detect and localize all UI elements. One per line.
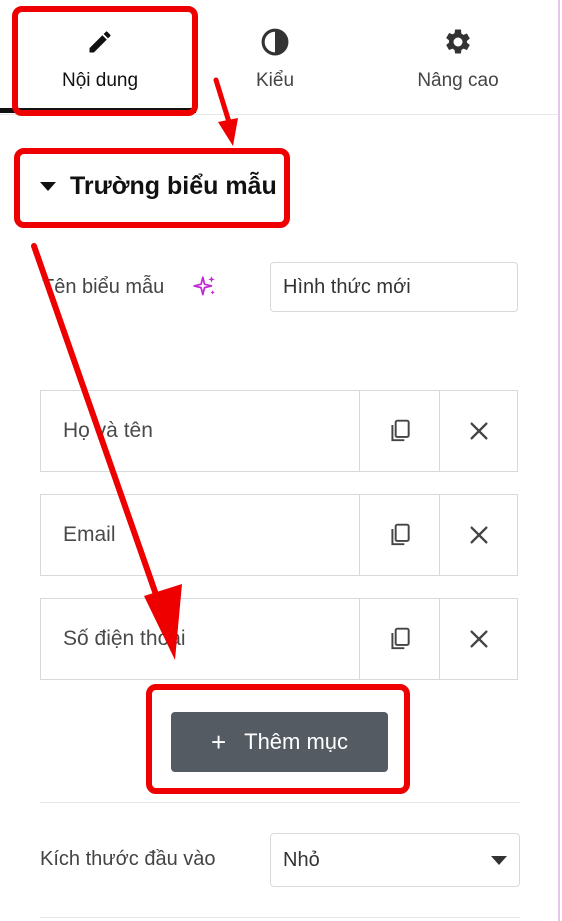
tab-style[interactable]: Kiểu <box>210 0 340 114</box>
tab-advanced-label: Nâng cao <box>417 70 499 91</box>
divider <box>40 802 520 803</box>
form-name-input[interactable] <box>270 262 518 312</box>
close-icon <box>470 630 488 648</box>
sparkle-icon[interactable] <box>192 274 218 305</box>
annotation-box-add-button <box>146 684 410 794</box>
form-field-label[interactable]: Số điện thoại <box>63 599 186 679</box>
form-field-label[interactable]: Họ và tên <box>63 391 153 471</box>
annotation-box-tab <box>12 6 198 116</box>
duplicate-icon <box>391 523 410 546</box>
form-field-item[interactable]: Họ và tên <box>40 390 518 472</box>
input-size-select[interactable]: Nhỏ <box>270 833 520 887</box>
form-field-item[interactable]: Số điện thoại <box>40 598 518 680</box>
divider <box>40 917 520 918</box>
duplicate-icon <box>391 419 410 442</box>
input-size-value: Nhỏ <box>283 849 320 871</box>
tab-style-label: Kiểu <box>255 70 295 91</box>
form-name-label: Tên biểu mẫu <box>42 276 165 298</box>
input-size-label: Kích thước đầu vào <box>40 848 216 870</box>
form-field-item[interactable]: Email <box>40 494 518 576</box>
duplicate-button[interactable] <box>359 391 440 471</box>
duplicate-icon <box>391 627 410 650</box>
remove-button[interactable] <box>439 599 518 679</box>
gear-icon <box>442 26 474 58</box>
duplicate-button[interactable] <box>359 495 440 575</box>
panel-edge <box>558 0 560 921</box>
tab-advanced[interactable]: Nâng cao <box>388 0 528 114</box>
form-field-label[interactable]: Email <box>63 495 116 575</box>
close-icon <box>470 422 488 440</box>
annotation-box-section <box>14 148 290 228</box>
remove-button[interactable] <box>439 391 518 471</box>
duplicate-button[interactable] <box>359 599 440 679</box>
close-icon <box>470 526 488 544</box>
remove-button[interactable] <box>439 495 518 575</box>
chevron-down-icon <box>491 856 507 865</box>
half-circle-icon <box>259 26 291 58</box>
